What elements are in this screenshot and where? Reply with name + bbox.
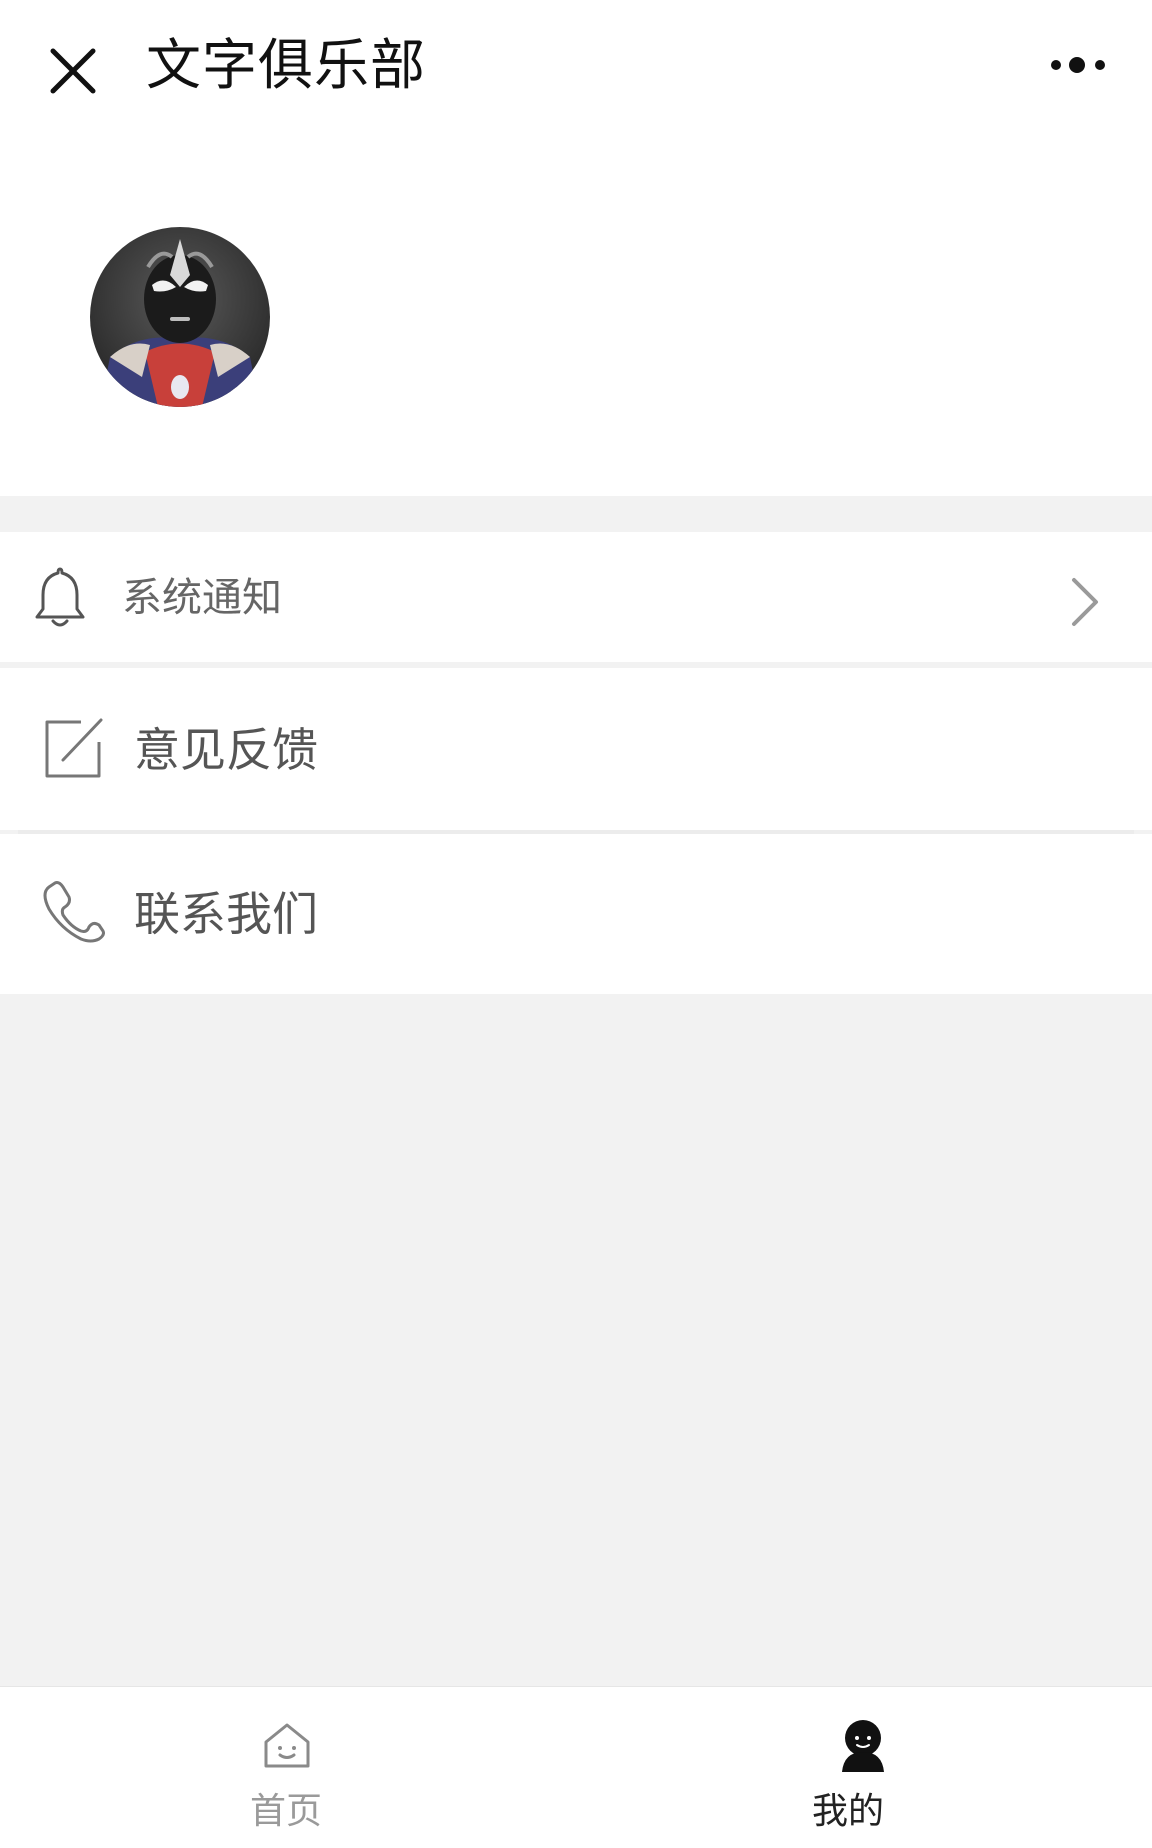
menu-item-contact-us[interactable]: 联系我们	[0, 834, 1152, 994]
close-button[interactable]	[38, 36, 108, 106]
more-dots-icon	[1051, 57, 1105, 73]
bottom-tab-bar: 首页 我的	[0, 1686, 1152, 1848]
close-icon	[50, 48, 96, 94]
user-icon	[833, 1715, 893, 1775]
home-icon	[257, 1715, 317, 1775]
avatar[interactable]	[90, 227, 270, 407]
page-title: 文字俱乐部	[146, 33, 427, 97]
header-bar: 文字俱乐部	[0, 0, 1152, 130]
tab-label: 我的	[811, 1791, 884, 1832]
chevron-right-icon	[1064, 572, 1104, 632]
bell-icon	[30, 562, 90, 632]
menu-item-label: 系统通知	[122, 575, 282, 621]
tab-home[interactable]: 首页	[0, 1687, 576, 1848]
avatar-image	[90, 227, 270, 407]
menu-item-feedback[interactable]: 意见反馈	[0, 668, 1152, 830]
profile-section	[0, 130, 1152, 496]
menu-item-system-notice[interactable]: 系统通知	[0, 532, 1152, 662]
tab-label: 首页	[249, 1791, 322, 1832]
tab-mine[interactable]: 我的	[576, 1687, 1152, 1848]
phone-icon	[38, 876, 108, 946]
menu-item-label: 意见反馈	[134, 723, 318, 777]
menu-item-label: 联系我们	[134, 887, 318, 941]
edit-icon	[38, 713, 108, 783]
more-button[interactable]	[1040, 40, 1120, 90]
